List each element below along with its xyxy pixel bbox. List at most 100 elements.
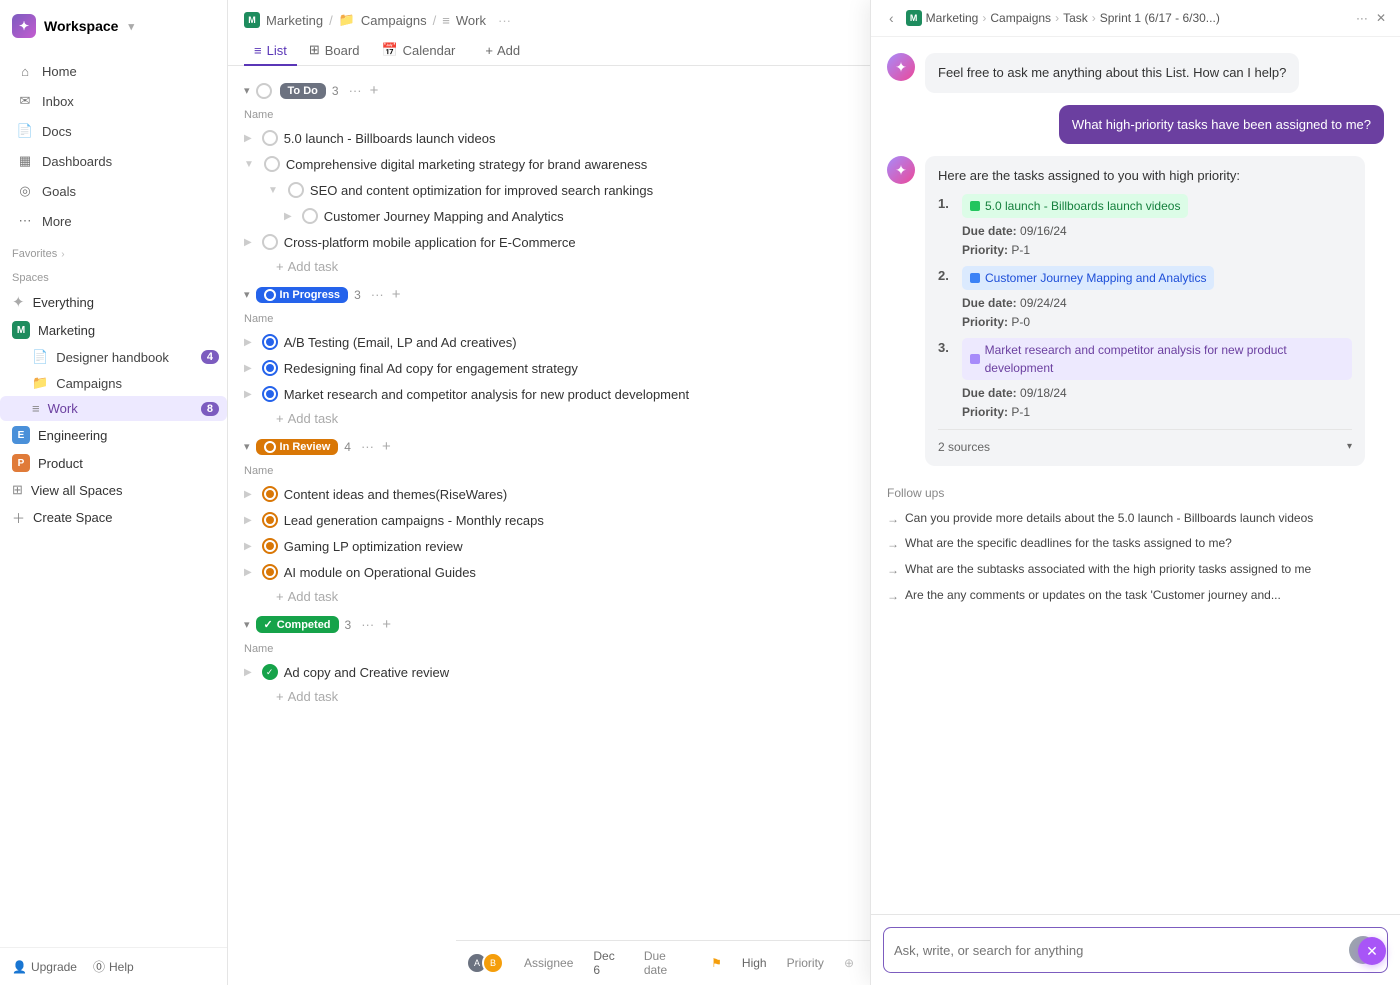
sidebar-item-everything[interactable]: ✦ Everything xyxy=(0,288,227,316)
task-expand-icon: ▶ xyxy=(244,363,252,374)
task-expand-icon: ▶ xyxy=(244,237,252,248)
task-expand-icon: ▼ xyxy=(268,185,278,196)
inprogress-actions[interactable]: ··· xyxy=(371,287,384,302)
todo-count: 3 xyxy=(332,84,339,98)
ai-panel-header: ‹ M Marketing › Campaigns › Task › Sprin… xyxy=(871,0,1400,37)
inreview-badge: In Review xyxy=(256,439,339,455)
task-expand-icon: ▶ xyxy=(244,337,252,348)
sidebar-item-goals[interactable]: ◎ Goals xyxy=(8,176,219,206)
task-status-icon xyxy=(262,486,278,502)
tab-calendar[interactable]: 📅 Calendar xyxy=(371,36,465,66)
tab-board[interactable]: ⊞ Board xyxy=(299,36,370,66)
ai-sources-row[interactable]: 2 sources ▾ xyxy=(938,429,1352,456)
goals-icon: ◎ xyxy=(16,182,34,200)
home-icon: ⌂ xyxy=(16,62,34,80)
ai-more-icon[interactable]: ··· xyxy=(1356,11,1368,25)
due-date-value: Dec 6 xyxy=(593,949,623,977)
sidebar-item-view-spaces[interactable]: ⊞ View all Spaces xyxy=(0,477,227,503)
task-status-icon xyxy=(264,156,280,172)
spaces-label: Spaces xyxy=(0,264,227,288)
close-ai-button[interactable]: ✕ xyxy=(1358,937,1386,965)
completed-actions[interactable]: ··· xyxy=(361,617,374,632)
sidebar-item-home[interactable]: ⌂ Home xyxy=(8,56,219,86)
docs-icon: 📄 xyxy=(16,122,34,140)
task-expand-icon: ▶ xyxy=(244,567,252,578)
folder-icon: 📁 xyxy=(32,375,48,391)
completed-count: 3 xyxy=(345,618,352,632)
doc-icon: 📄 xyxy=(32,349,48,365)
sidebar-item-inbox[interactable]: ✉ Inbox xyxy=(8,86,219,116)
task-badge: Market research and competitor analysis … xyxy=(962,338,1352,380)
inprogress-count: 3 xyxy=(354,288,361,302)
ai-task-item: 1. 5.0 launch - Billboards launch videos… xyxy=(938,194,1352,260)
ai-input-area: › xyxy=(871,914,1400,985)
task-color-dot xyxy=(970,201,980,211)
inprogress-toggle-icon: ▾ xyxy=(244,288,250,301)
ai-breadcrumb-icon: M xyxy=(906,10,922,26)
completed-badge: ✓ Competed xyxy=(256,616,339,633)
follow-up-item[interactable]: → Can you provide more details about the… xyxy=(887,506,1384,532)
todo-add[interactable]: + xyxy=(370,82,379,99)
completed-add[interactable]: + xyxy=(382,616,391,633)
task-color-dot xyxy=(970,273,980,283)
inprogress-add[interactable]: + xyxy=(392,286,401,303)
more-icon: ⋯ xyxy=(16,212,34,230)
follow-up-item[interactable]: → What are the subtasks associated with … xyxy=(887,557,1384,583)
list-icon: ≡ xyxy=(32,401,40,416)
ai-task-item: 3. Market research and competitor analys… xyxy=(938,338,1352,422)
bottom-bar: A B Assignee Dec 6 Due date ⚑ High Prior… xyxy=(456,940,870,985)
workspace-header[interactable]: ✦ Workspace ▾ xyxy=(0,0,227,52)
ai-star-icon: ✦ xyxy=(895,59,907,76)
ai-close-icon[interactable]: ✕ xyxy=(1376,11,1386,25)
grid-icon: ⊞ xyxy=(12,482,23,498)
ai-input-row: › xyxy=(883,927,1388,973)
ai-panel: ‹ M Marketing › Campaigns › Task › Sprin… xyxy=(870,0,1400,985)
upgrade-button[interactable]: 👤 Upgrade xyxy=(12,958,77,975)
sidebar-item-create-space[interactable]: ＋ Create Space xyxy=(0,503,227,532)
sidebar-sub-work[interactable]: ≡ Work 8 xyxy=(0,396,227,421)
breadcrumb-list-icon: ≡ xyxy=(442,13,450,28)
sidebar-footer: 👤 Upgrade ⓪ Help xyxy=(0,947,227,985)
breadcrumb-more[interactable]: ··· xyxy=(498,13,511,28)
task-status-icon xyxy=(262,234,278,250)
task-expand-icon: ▶ xyxy=(244,489,252,500)
help-button[interactable]: ⓪ Help xyxy=(93,958,134,975)
sidebar-item-product[interactable]: P Product xyxy=(0,449,227,477)
task-expand-icon: ▶ xyxy=(244,389,252,400)
follow-up-item[interactable]: → What are the specific deadlines for th… xyxy=(887,531,1384,557)
ai-panel-back[interactable]: ‹ xyxy=(885,10,898,26)
inreview-actions[interactable]: ··· xyxy=(361,439,374,454)
sidebar-item-docs[interactable]: 📄 Docs xyxy=(8,116,219,146)
tab-list[interactable]: ≡ List xyxy=(244,37,297,66)
sidebar-item-engineering[interactable]: E Engineering xyxy=(0,421,227,449)
sidebar-sub-designer-handbook[interactable]: 📄 Designer handbook 4 xyxy=(0,344,227,370)
todo-toggle-icon: ▾ xyxy=(244,84,250,97)
inreview-status-icon xyxy=(264,441,276,453)
ai-input[interactable] xyxy=(894,943,1343,958)
task-expand-icon: ▶ xyxy=(284,211,292,222)
sidebar-sub-campaigns[interactable]: 📁 Campaigns xyxy=(0,370,227,396)
breadcrumb-folder-icon: 📁 xyxy=(339,12,355,28)
sidebar-item-marketing[interactable]: M Marketing xyxy=(0,316,227,344)
todo-actions[interactable]: ··· xyxy=(349,83,362,98)
sidebar-item-more[interactable]: ⋯ More xyxy=(8,206,219,236)
inprogress-status-icon xyxy=(264,289,276,301)
follow-up-item[interactable]: → Are the any comments or updates on the… xyxy=(887,583,1384,609)
todo-status-icon xyxy=(256,83,272,99)
inreview-add[interactable]: + xyxy=(382,438,391,455)
workspace-logo: ✦ xyxy=(12,14,36,38)
task-status-icon xyxy=(262,512,278,528)
favorites-label: Favorites › xyxy=(0,240,227,264)
task-expand-icon: ▼ xyxy=(244,159,254,170)
task-status-icon xyxy=(262,564,278,580)
ai-response-bubble: Here are the tasks assigned to you with … xyxy=(925,156,1365,466)
list-tab-icon: ≡ xyxy=(254,43,262,58)
ai-bubble: Feel free to ask me anything about this … xyxy=(925,53,1299,93)
add-view-button[interactable]: + Add xyxy=(475,39,530,62)
task-badge: 5.0 launch - Billboards launch videos xyxy=(962,194,1188,218)
task-expand-icon: ▶ xyxy=(244,515,252,526)
sidebar-nav-label: Docs xyxy=(42,124,72,139)
todo-badge: To Do xyxy=(280,83,326,99)
completed-status-icon: ✓ xyxy=(264,618,273,631)
sidebar-item-dashboards[interactable]: ▦ Dashboards xyxy=(8,146,219,176)
